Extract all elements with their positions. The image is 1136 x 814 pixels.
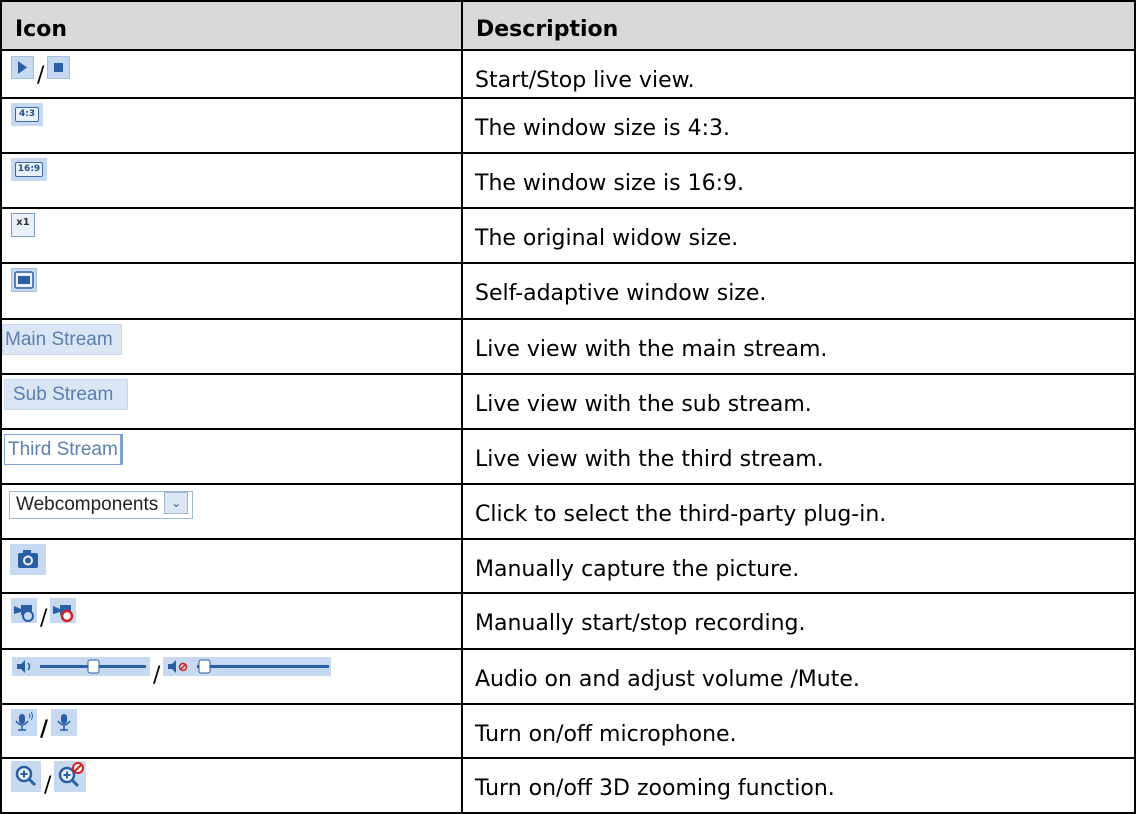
original-size-icon[interactable]: x1: [11, 213, 35, 237]
audio-on-volume-icon[interactable]: [12, 657, 150, 676]
description-cell: Turn on/off microphone.: [461, 703, 1136, 759]
icon-cell: /: [0, 592, 463, 650]
description-cell: Live view with the third stream.: [461, 428, 1136, 485]
zoom-3d-off-icon[interactable]: [54, 761, 87, 792]
icon-cell: 4:3: [0, 97, 463, 154]
table-header-row: Icon Description: [0, 0, 1136, 51]
description-cell: The window size is 16:9.: [461, 152, 1136, 209]
icon-cell: Main Stream: [0, 318, 463, 375]
record-start-icon[interactable]: [11, 598, 37, 623]
table-row: Main Stream Live view with the main stre…: [0, 318, 1136, 375]
table-row: / Turn on/off 3D zooming function.: [0, 757, 1136, 814]
mute-icon[interactable]: [163, 657, 332, 676]
description-cell: Manually capture the picture.: [461, 538, 1136, 594]
ratio-4-3-label: 4:3: [15, 107, 39, 122]
icon-description-table: Icon Description / Start/Stop live view.…: [0, 0, 1136, 814]
table-row: / Audio on and adjust volume /Mute.: [0, 648, 1136, 705]
table-row: Sub Stream Live view with the sub stream…: [0, 373, 1136, 430]
table-row: 4:3 The window size is 4:3.: [0, 97, 1136, 154]
ratio-16-9-label: 16:9: [15, 162, 43, 177]
description-cell: Live view with the main stream.: [461, 318, 1136, 375]
play-icon[interactable]: [11, 56, 34, 79]
plugin-select-value: Webcomponents: [16, 494, 159, 515]
icon-cell: Webcomponents ⌄: [0, 483, 463, 540]
plugin-select[interactable]: Webcomponents ⌄: [9, 491, 194, 519]
table-row: 16:9 The window size is 16:9.: [0, 152, 1136, 209]
camera-icon[interactable]: [10, 544, 46, 575]
description-cell: Audio on and adjust volume /Mute.: [461, 648, 1136, 705]
third-stream-button[interactable]: Third Stream: [4, 434, 123, 465]
stop-icon[interactable]: [47, 56, 71, 79]
table-row: x1 The original widow size.: [0, 207, 1136, 264]
original-size-label: x1: [16, 217, 30, 228]
description-cell: Self-adaptive window size.: [461, 262, 1136, 320]
icon-cell: Third Stream: [0, 428, 463, 485]
description-cell: Start/Stop live view.: [461, 49, 1136, 99]
icon-column-header: Icon: [0, 0, 463, 51]
ratio-16-9-icon[interactable]: 16:9: [11, 158, 47, 181]
icon-cell: /: [0, 703, 463, 759]
separator: /: [40, 606, 48, 631]
chevron-down-icon[interactable]: ⌄: [164, 491, 189, 514]
sub-stream-button[interactable]: Sub Stream: [4, 379, 129, 410]
icon-cell: 16:9: [0, 152, 463, 209]
icon-cell: /: [0, 648, 463, 705]
description-column-header: Description: [461, 0, 1136, 51]
icon-cell: [0, 538, 463, 594]
table-row: / Turn on/off microphone.: [0, 703, 1136, 759]
zoom-3d-on-icon[interactable]: [11, 761, 41, 792]
table-row: Manually capture the picture.: [0, 538, 1136, 594]
separator: /: [153, 663, 161, 688]
record-stop-icon[interactable]: [50, 598, 77, 623]
table-row: / Manually start/stop recording.: [0, 592, 1136, 650]
separator: /: [37, 63, 45, 88]
icon-cell: [0, 262, 463, 320]
separator: /: [44, 773, 52, 798]
icon-cell: Sub Stream: [0, 373, 463, 430]
description-cell: Click to select the third-party plug-in.: [461, 483, 1136, 540]
description-cell: The original widow size.: [461, 207, 1136, 264]
description-cell: The window size is 4:3.: [461, 97, 1136, 154]
self-adaptive-icon[interactable]: [11, 268, 37, 292]
description-cell: Turn on/off 3D zooming function.: [461, 757, 1136, 814]
table-row: Webcomponents ⌄ Click to select the third…: [0, 483, 1136, 540]
icon-cell: /: [0, 49, 463, 99]
separator: /: [40, 717, 49, 742]
ratio-4-3-icon[interactable]: 4:3: [11, 103, 43, 126]
table-row: / Start/Stop live view.: [0, 49, 1136, 99]
table-row: Self-adaptive window size.: [0, 262, 1136, 320]
microphone-off-icon[interactable]: [51, 709, 78, 736]
description-cell: Live view with the sub stream.: [461, 373, 1136, 430]
microphone-on-icon[interactable]: [11, 709, 37, 736]
icon-cell: /: [0, 757, 463, 814]
icon-cell: x1: [0, 207, 463, 264]
main-stream-button[interactable]: Main Stream: [2, 324, 122, 355]
description-cell: Manually start/stop recording.: [461, 592, 1136, 650]
table-row: Third Stream Live view with the third st…: [0, 428, 1136, 485]
